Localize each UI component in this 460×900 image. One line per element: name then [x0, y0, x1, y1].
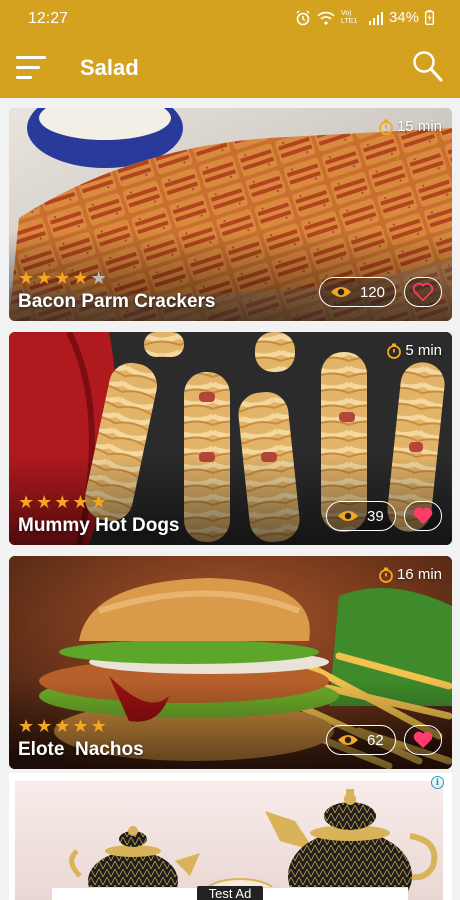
star-icon: ★ [36, 716, 53, 736]
views-count: 39 [367, 507, 384, 525]
views-count: 62 [367, 731, 384, 749]
cook-time-label: 16 min [396, 566, 442, 583]
star-icon: ★ [90, 716, 107, 736]
favorite-button[interactable] [404, 277, 442, 307]
ad-info-icon[interactable]: i [431, 776, 444, 789]
network-label: Vo) LTE1 [340, 9, 358, 25]
alarm-icon [296, 9, 310, 25]
star-icon: ★ [18, 716, 35, 736]
heart-outline-icon [412, 282, 434, 302]
search-icon [413, 51, 443, 82]
star-icon: ★ [18, 268, 35, 288]
star-empty-icon: ★ [90, 268, 107, 288]
search-button[interactable] [412, 50, 444, 84]
favorite-button[interactable] [404, 501, 442, 531]
star-icon: ★ [72, 716, 89, 736]
views-button[interactable]: 120 [318, 277, 396, 307]
status-bar: 12:27 Vo) LTE1 34% [0, 0, 460, 40]
heart-filled-icon [413, 731, 433, 749]
recipe-card[interactable]: 15 min ★ ★ ★ ★ ★ Bacon Parm Crackers 120 [9, 108, 452, 321]
cook-time: 5 min [386, 342, 442, 359]
recipe-title: Bacon Parm Crackers [18, 291, 216, 312]
timer-icon [379, 567, 393, 583]
battery-percent: 34% [388, 9, 419, 26]
views-button[interactable]: 62 [326, 725, 396, 755]
status-icons: Vo) LTE1 34% [295, 9, 434, 26]
teapot-image [69, 789, 438, 900]
star-icon: ★ [36, 268, 53, 288]
recipe-card[interactable]: 16 min ★ ★ ★ ★ ★ Elote Nachos 62 [9, 556, 452, 769]
favorite-button[interactable] [404, 725, 442, 755]
star-icon: ★ [72, 268, 89, 288]
battery-icon [425, 10, 434, 25]
star-icon: ★ [36, 492, 53, 512]
eye-icon [330, 287, 351, 297]
menu-icon-line [16, 76, 32, 79]
rating-stars: ★ ★ ★ ★ ★ [18, 269, 107, 287]
menu-button[interactable] [16, 54, 46, 82]
star-icon: ★ [54, 716, 71, 736]
rating-stars: ★ ★ ★ ★ ★ [18, 493, 107, 511]
ad-banner[interactable]: i [9, 773, 452, 900]
test-ad-label: Test Ad [197, 886, 263, 900]
cook-time-label: 5 min [405, 342, 442, 359]
timer-icon [387, 343, 402, 359]
cook-time: 16 min [378, 566, 442, 583]
recipe-title: Elote Nachos [18, 739, 144, 760]
heart-filled-icon [413, 507, 433, 525]
star-icon: ★ [54, 492, 71, 512]
star-icon: ★ [90, 492, 107, 512]
menu-icon [16, 56, 46, 59]
app-bar: Salad [0, 40, 460, 98]
cook-time-label: 15 min [396, 118, 442, 135]
cook-time: 15 min [378, 118, 442, 135]
status-time: 12:27 [28, 10, 69, 27]
timer-icon [379, 119, 393, 135]
recipe-card[interactable]: 5 min ★ ★ ★ ★ ★ Mummy Hot Dogs 39 [9, 332, 452, 545]
menu-icon-line [16, 66, 40, 69]
views-count: 120 [359, 283, 385, 301]
eye-icon [338, 511, 358, 521]
star-icon: ★ [54, 268, 71, 288]
wifi-icon [317, 11, 335, 25]
star-icon: ★ [72, 492, 89, 512]
star-icon: ★ [18, 492, 35, 512]
eye-icon [338, 735, 358, 745]
rating-stars: ★ ★ ★ ★ ★ [18, 717, 107, 735]
signal-icon [368, 11, 383, 25]
views-button[interactable]: 39 [326, 501, 396, 531]
ad-image [15, 781, 443, 900]
page-title: Salad [80, 55, 139, 80]
recipe-title: Mummy Hot Dogs [18, 515, 180, 536]
